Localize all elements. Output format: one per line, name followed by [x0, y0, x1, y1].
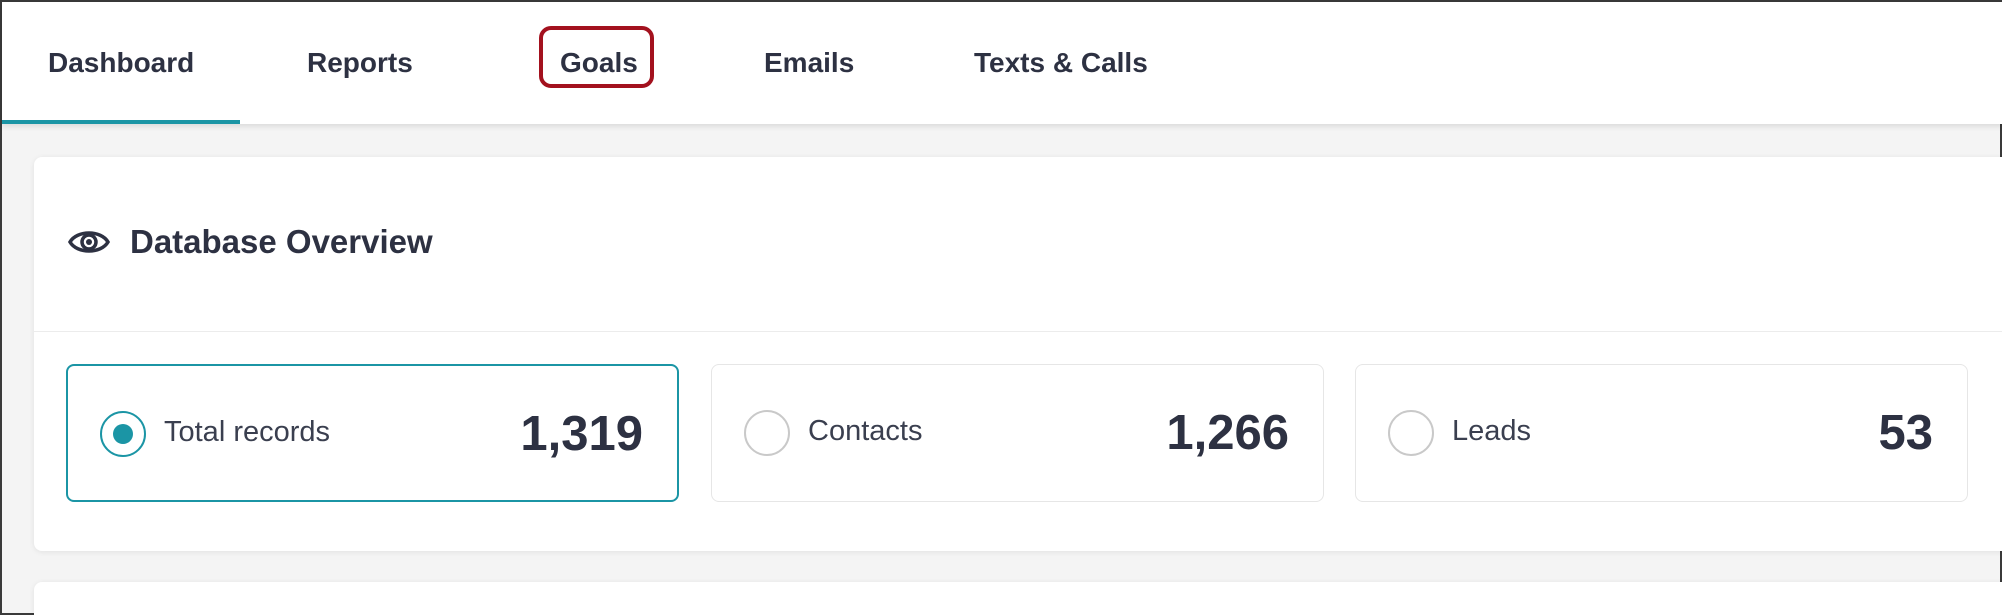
- tab-texts-calls-label: Texts & Calls: [974, 47, 1148, 78]
- stat-value: 1,319: [520, 407, 643, 461]
- next-card: [34, 582, 2002, 615]
- tab-emails[interactable]: Emails: [764, 2, 854, 124]
- stat-value: 53: [1878, 406, 1933, 460]
- card-title: Database Overview: [130, 223, 433, 260]
- stat-label: Leads: [1452, 415, 1532, 447]
- tab-goals-label: Goals: [560, 47, 638, 78]
- leads-radio[interactable]: [1388, 410, 1434, 456]
- database-overview-card: Database Overview Total records 1,319 Co…: [34, 157, 2002, 551]
- tab-goals[interactable]: Goals: [560, 2, 638, 124]
- eye-icon: [68, 231, 110, 253]
- stat-label: Contacts: [808, 415, 923, 447]
- radio-selected-dot: [113, 424, 133, 444]
- stat-value: 1,266: [1166, 406, 1289, 460]
- contacts-radio[interactable]: [744, 410, 790, 456]
- total-records-radio[interactable]: [100, 411, 146, 457]
- tab-dashboard-label: Dashboard: [48, 47, 195, 78]
- stat-contacts[interactable]: Contacts 1,266: [711, 364, 1324, 502]
- stat-label: Total records: [164, 416, 331, 448]
- top-nav: Dashboard Reports Goals Emails Texts & C…: [2, 2, 2002, 124]
- card-header: Database Overview: [34, 157, 2002, 332]
- tab-texts-calls[interactable]: Texts & Calls: [974, 2, 1148, 124]
- tab-dashboard[interactable]: Dashboard: [2, 2, 240, 124]
- tab-reports-label: Reports: [307, 47, 413, 78]
- stat-leads[interactable]: Leads 53: [1355, 364, 1968, 502]
- tab-reports[interactable]: Reports: [307, 2, 413, 124]
- stat-total-records[interactable]: Total records 1,319: [66, 364, 679, 502]
- tab-emails-label: Emails: [764, 47, 855, 78]
